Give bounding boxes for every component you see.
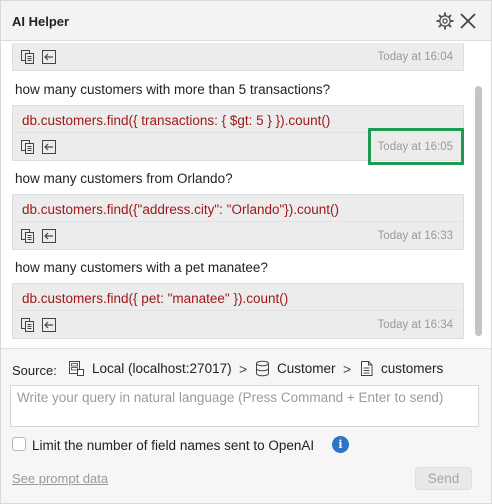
connection-icon	[69, 361, 84, 376]
scrollbar-thumb[interactable]	[475, 86, 482, 336]
limit-fields-label: Limit the number of field names sent to …	[32, 438, 315, 453]
close-icon[interactable]	[458, 11, 478, 31]
question-text: how many customers with a pet manatee?	[15, 260, 268, 275]
timestamp: Today at 16:34	[377, 319, 453, 331]
history-entry-footer: Today at 16:33	[12, 222, 464, 250]
insert-icon[interactable]	[42, 140, 56, 154]
history-entry-footer: Today at 16:04	[12, 43, 464, 71]
question-text: how many customers from Orlando?	[15, 171, 233, 186]
database-icon	[256, 360, 269, 377]
see-prompt-data-link[interactable]: See prompt data	[12, 471, 108, 486]
query-input[interactable]	[10, 385, 479, 427]
question-text: how many customers with more than 5 tran…	[15, 82, 331, 97]
history-entry-footer: Today at 16:34	[12, 311, 464, 339]
source-connection[interactable]: Local (localhost:27017)	[92, 361, 232, 376]
generated-query: db.customers.find({ pet: "manatee" }).co…	[12, 283, 464, 311]
insert-icon[interactable]	[42, 229, 56, 243]
info-icon[interactable]: i	[332, 436, 349, 453]
highlight-box	[368, 128, 464, 165]
ai-helper-panel: AI Helper Today at 16:04 how many custom…	[0, 0, 492, 504]
title-bar: AI Helper	[1, 1, 491, 41]
chevron-right-icon: >	[239, 361, 248, 377]
panel-title: AI Helper	[12, 14, 70, 29]
copy-icon[interactable]	[20, 49, 36, 65]
insert-icon[interactable]	[42, 50, 56, 64]
copy-icon[interactable]	[20, 317, 36, 333]
chat-history[interactable]: Today at 16:04 how many customers with m…	[1, 41, 491, 348]
gear-icon[interactable]	[436, 12, 454, 30]
limit-fields-checkbox[interactable]	[12, 437, 26, 451]
source-label: Source:	[12, 363, 57, 378]
source-database[interactable]: Customer	[277, 361, 336, 376]
chevron-right-icon: >	[343, 361, 352, 377]
generated-query: db.customers.find({"address.city": "Orla…	[12, 194, 464, 222]
collection-icon	[361, 361, 373, 376]
copy-icon[interactable]	[20, 139, 36, 155]
send-button[interactable]: Send	[415, 467, 472, 490]
divider	[1, 348, 491, 349]
source-collection[interactable]: customers	[381, 361, 443, 376]
timestamp: Today at 16:04	[377, 51, 453, 63]
timestamp: Today at 16:33	[377, 230, 453, 242]
insert-icon[interactable]	[42, 318, 56, 332]
copy-icon[interactable]	[20, 228, 36, 244]
